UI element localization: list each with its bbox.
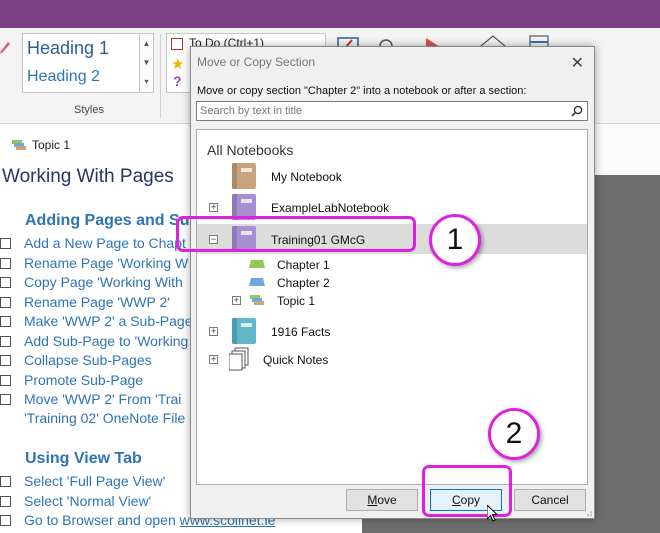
todo-item[interactable]: Move 'WWP 2' From 'Trai — [0, 391, 181, 407]
chevron-down-icon[interactable]: ▼ — [140, 53, 153, 72]
search-box[interactable] — [196, 101, 588, 121]
tree-notebook-1916-facts[interactable]: + 1916 Facts — [197, 316, 587, 346]
todo-item-continuation[interactable]: 'Training 02' OneNote File — [0, 410, 185, 426]
todo-checkbox[interactable] — [0, 277, 11, 288]
todo-checkbox[interactable] — [0, 476, 11, 487]
section-tab-icon — [249, 260, 265, 268]
page-title[interactable]: Working With Pages — [2, 166, 174, 188]
styles-group-label: Styles — [74, 104, 104, 116]
window-title-bar — [0, 0, 660, 28]
todo-checkbox[interactable] — [0, 515, 11, 526]
todo-checkbox[interactable] — [0, 258, 11, 269]
question-icon: ? — [173, 73, 182, 89]
tree-section-chapter-1[interactable]: Chapter 1 — [197, 256, 587, 274]
todo-checkbox[interactable] — [0, 238, 11, 249]
tag-question[interactable]: ? — [171, 73, 182, 91]
dialog-title: Move or Copy Section — [197, 55, 316, 69]
expand-icon[interactable]: + — [232, 296, 241, 305]
todo-item[interactable]: Promote Sub-Page — [0, 372, 143, 388]
todo-item[interactable]: Select 'Normal View' — [0, 493, 151, 509]
step-1-marker: 1 — [429, 214, 481, 266]
backdrop-header — [595, 125, 660, 175]
todo-checkbox[interactable] — [0, 316, 11, 327]
checkbox-icon — [171, 37, 183, 50]
resize-grip-icon[interactable] — [584, 508, 592, 516]
section-heading-view-tab[interactable]: Using View Tab — [25, 450, 142, 468]
tree-section-group-topic-1[interactable]: + Topic 1 — [197, 292, 587, 310]
section-group-icon — [250, 295, 264, 305]
step-2-marker: 2 — [488, 408, 540, 460]
todo-item[interactable]: Copy Page 'Working With — [0, 274, 183, 290]
search-icon[interactable] — [571, 105, 583, 117]
chevron-up-icon[interactable]: ▲ — [140, 34, 153, 53]
cancel-button[interactable]: Cancel — [514, 489, 586, 511]
section-group-icon — [12, 140, 26, 150]
section-tab-shape — [249, 278, 265, 286]
section-group-tab[interactable]: Topic 1 — [12, 138, 70, 152]
todo-item[interactable]: Collapse Sub-Pages — [0, 352, 152, 368]
tree-section-chapter-2[interactable]: Chapter 2 — [197, 274, 587, 292]
notebook-icon — [232, 163, 256, 189]
tree-quick-notes[interactable]: + Quick Notes — [197, 344, 587, 374]
style-heading-1[interactable]: Heading 1 — [27, 38, 109, 59]
dialog-instruction: Move or copy section "Chapter 2" into a … — [197, 85, 527, 97]
expand-gallery-icon[interactable]: ▾ — [140, 72, 153, 91]
todo-item[interactable]: Make 'WWP 2' a Sub-Page — [0, 313, 193, 329]
expand-icon[interactable]: + — [209, 203, 218, 212]
mouse-cursor-icon — [487, 505, 499, 522]
todo-item[interactable]: Add Sub-Page to 'Working — [0, 333, 188, 349]
close-icon[interactable]: ✕ — [571, 53, 584, 73]
style-heading-2[interactable]: Heading 2 — [27, 68, 100, 86]
todo-checkbox[interactable] — [0, 336, 11, 347]
expand-icon[interactable]: + — [209, 327, 218, 336]
search-input[interactable] — [197, 102, 557, 120]
tree-notebook-my-notebook[interactable]: My Notebook — [197, 161, 587, 191]
ribbon-divider — [160, 34, 161, 118]
section-tab-shape — [249, 260, 265, 268]
quick-notes-icon — [229, 347, 249, 371]
tag-important[interactable]: ★ — [171, 55, 184, 73]
todo-checkbox[interactable] — [0, 394, 11, 405]
expand-icon[interactable]: + — [209, 355, 218, 364]
topic-tab-label: Topic 1 — [32, 138, 71, 152]
styles-scroll[interactable]: ▲ ▼ ▾ — [139, 34, 153, 92]
move-button[interactable]: Move — [346, 489, 418, 511]
pencil-icon[interactable] — [0, 40, 10, 54]
section-tab-icon — [249, 278, 265, 286]
todo-item[interactable]: Select 'Full Page View' — [0, 473, 165, 489]
section-heading-adding-pages[interactable]: Adding Pages and Su — [25, 212, 189, 230]
tree-header: All Notebooks — [207, 142, 294, 158]
todo-item[interactable]: Rename Page 'WWP 2' — [0, 294, 170, 310]
todo-checkbox[interactable] — [0, 297, 11, 308]
todo-checkbox[interactable] — [0, 355, 11, 366]
star-icon: ★ — [171, 56, 185, 73]
backdrop-grey — [595, 125, 660, 533]
styles-gallery[interactable]: Heading 1 Heading 2 ▲ ▼ ▾ — [22, 33, 154, 93]
todo-item[interactable]: Rename Page 'Working W — [0, 255, 188, 271]
todo-checkbox[interactable] — [0, 375, 11, 386]
notebook-icon — [232, 318, 256, 344]
todo-checkbox[interactable] — [0, 496, 11, 507]
backdrop-grey-bottom — [362, 519, 660, 533]
highlight-training01 — [176, 216, 416, 252]
todo-item[interactable]: Add a New Page to Chapt — [0, 235, 186, 251]
